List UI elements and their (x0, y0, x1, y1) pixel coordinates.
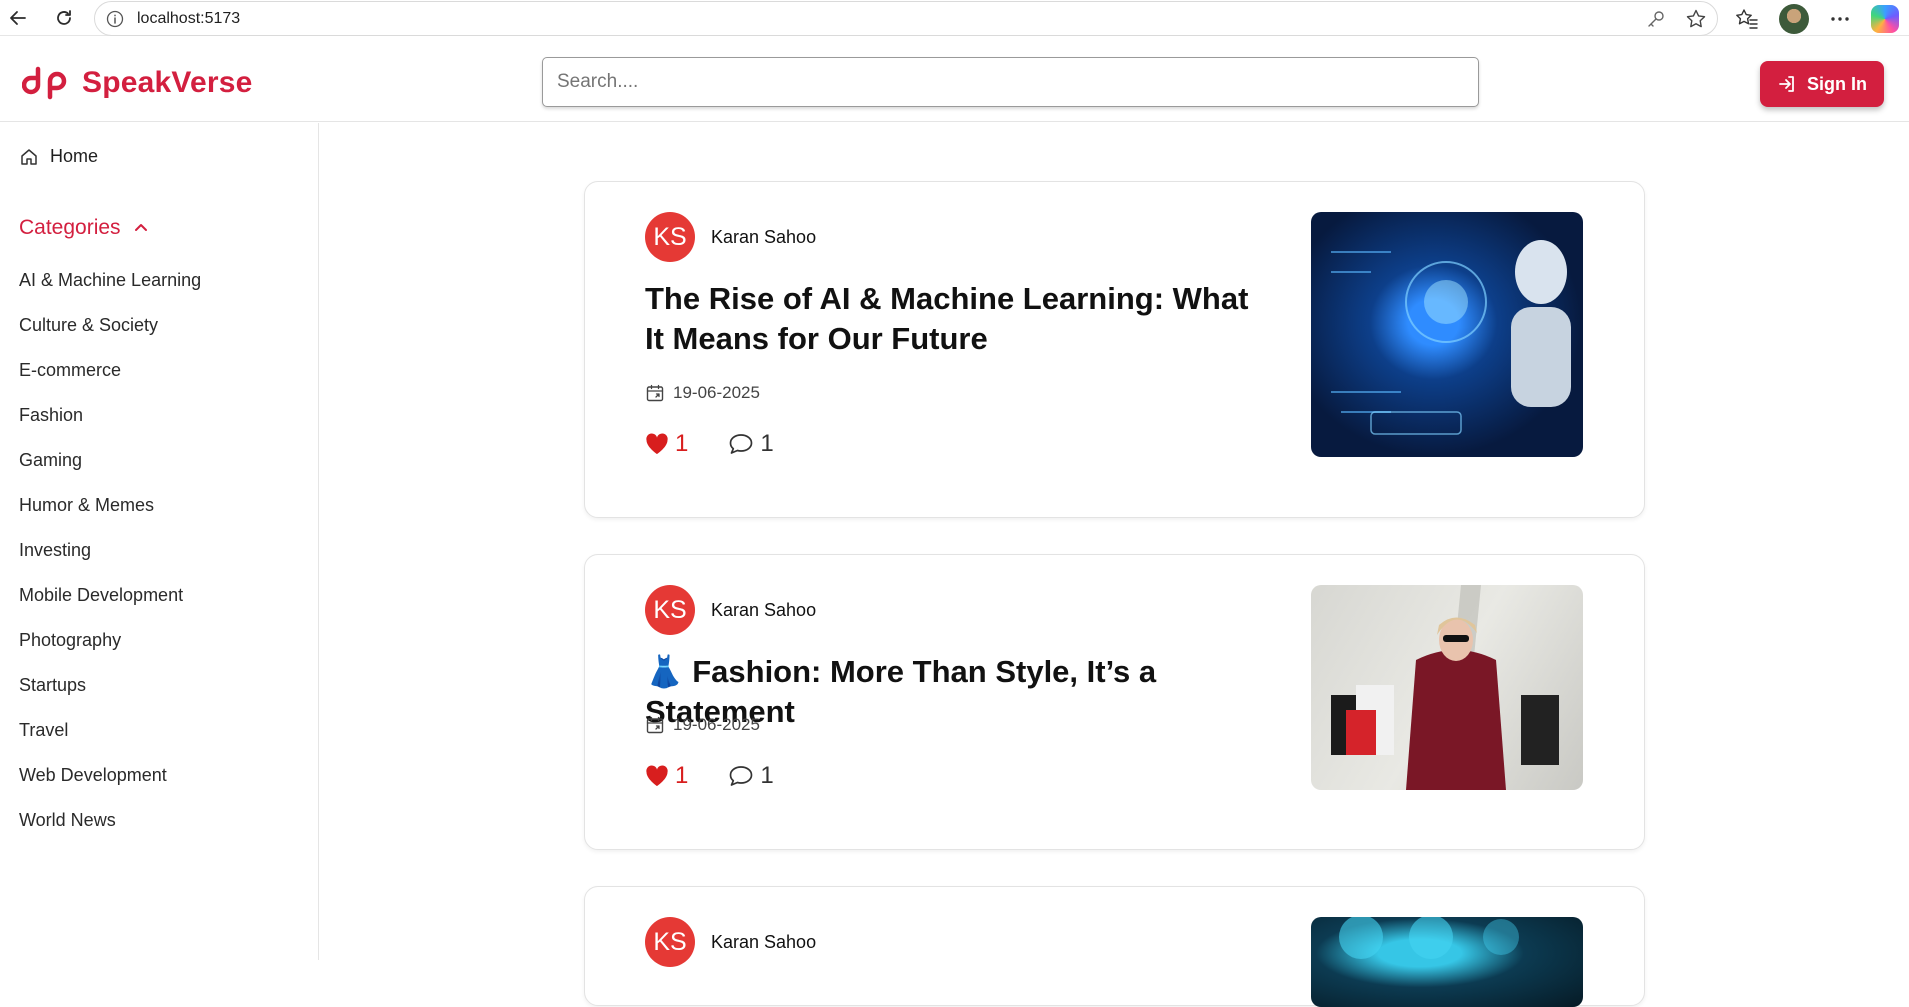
like-button[interactable]: 1 (645, 430, 688, 458)
sign-in-icon (1777, 74, 1797, 94)
sidebar-item-web-development[interactable]: Web Development (19, 765, 201, 810)
browser-toolbar: localhost:5173 (0, 0, 1909, 36)
sidebar: Home Categories AI & Machine Learning Cu… (0, 123, 319, 960)
sidebar-item-travel[interactable]: Travel (19, 720, 201, 765)
author-name[interactable]: Karan Sahoo (711, 600, 816, 621)
ai-robot-image[interactable] (1311, 212, 1583, 457)
sign-in-button[interactable]: Sign In (1760, 61, 1884, 107)
author-name[interactable]: Karan Sahoo (711, 227, 816, 248)
comment-button[interactable]: 1 (728, 762, 774, 790)
post-card[interactable]: KS Karan Sahoo (584, 886, 1645, 1007)
sidebar-item-fashion[interactable]: Fashion (19, 405, 201, 450)
comment-icon (728, 432, 754, 456)
post-card[interactable]: KS Karan Sahoo The Rise of AI & Machine … (584, 181, 1645, 518)
profile-avatar[interactable] (1779, 4, 1809, 34)
comment-count: 1 (760, 762, 774, 789)
sidebar-item-e-commerce[interactable]: E-commerce (19, 360, 201, 405)
speakverse-logo-icon (22, 63, 70, 103)
calendar-icon (645, 715, 665, 735)
comment-icon (728, 764, 754, 788)
favorite-star-icon[interactable] (1685, 8, 1707, 30)
comment-count: 1 (760, 430, 774, 457)
favorites-icon[interactable] (1735, 7, 1759, 31)
home-icon (19, 147, 39, 167)
post-stats: 1 1 (645, 762, 774, 790)
heart-icon (645, 433, 669, 455)
address-bar[interactable]: localhost:5173 (94, 1, 1718, 36)
post-author[interactable]: KS Karan Sahoo (645, 585, 816, 635)
categories-label: Categories (19, 216, 121, 239)
like-count: 1 (675, 430, 689, 457)
app-header: SpeakVerse Sign In (0, 44, 1909, 122)
post-date-text: 19-06-2025 (673, 715, 760, 734)
back-arrow-icon[interactable] (5, 5, 31, 31)
sidebar-item-humor-memes[interactable]: Humor & Memes (19, 495, 201, 540)
web-development-image[interactable] (1311, 917, 1583, 1007)
categories-toggle[interactable]: Categories (19, 216, 149, 240)
brand-logo[interactable]: SpeakVerse (22, 63, 252, 103)
sidebar-item-startups[interactable]: Startups (19, 675, 201, 720)
reload-icon[interactable] (51, 5, 77, 31)
search-input[interactable] (542, 57, 1479, 107)
like-count: 1 (675, 762, 689, 789)
sidebar-item-mobile-development[interactable]: Mobile Development (19, 585, 201, 630)
post-author[interactable]: KS Karan Sahoo (645, 212, 816, 262)
sidebar-item-investing[interactable]: Investing (19, 540, 201, 585)
sidebar-item-home[interactable]: Home (19, 146, 98, 167)
key-icon[interactable] (1645, 8, 1667, 30)
calendar-icon (645, 383, 665, 403)
sidebar-item-ai-machine-learning[interactable]: AI & Machine Learning (19, 270, 201, 315)
post-stats: 1 1 (645, 430, 774, 458)
post-title[interactable]: The Rise of AI & Machine Learning: What … (645, 279, 1275, 359)
like-button[interactable]: 1 (645, 762, 688, 790)
brand-name: SpeakVerse (82, 66, 253, 99)
url-text[interactable]: localhost:5173 (137, 10, 240, 28)
post-date: 19-06-2025 (645, 715, 760, 735)
category-list: AI & Machine Learning Culture & Society … (19, 270, 201, 855)
more-options-icon[interactable] (1829, 8, 1851, 30)
sidebar-item-photography[interactable]: Photography (19, 630, 201, 675)
author-avatar[interactable]: KS (645, 585, 695, 635)
home-label: Home (50, 146, 99, 166)
site-info-icon[interactable] (105, 9, 125, 29)
heart-icon (645, 765, 669, 787)
fashion-shopping-image[interactable] (1311, 585, 1583, 790)
author-name[interactable]: Karan Sahoo (711, 932, 816, 953)
post-date-text: 19-06-2025 (673, 383, 760, 402)
author-avatar[interactable]: KS (645, 212, 695, 262)
sidebar-item-culture-society[interactable]: Culture & Society (19, 315, 201, 360)
chevron-up-icon (133, 220, 149, 236)
post-date: 19-06-2025 (645, 383, 760, 403)
sign-in-label: Sign In (1807, 73, 1867, 94)
sidebar-item-gaming[interactable]: Gaming (19, 450, 201, 495)
comment-button[interactable]: 1 (728, 430, 774, 458)
sidebar-item-world-news[interactable]: World News (19, 810, 201, 855)
post-card[interactable]: KS Karan Sahoo 👗 Fashion: More Than Styl… (584, 554, 1645, 850)
copilot-icon[interactable] (1871, 5, 1899, 33)
